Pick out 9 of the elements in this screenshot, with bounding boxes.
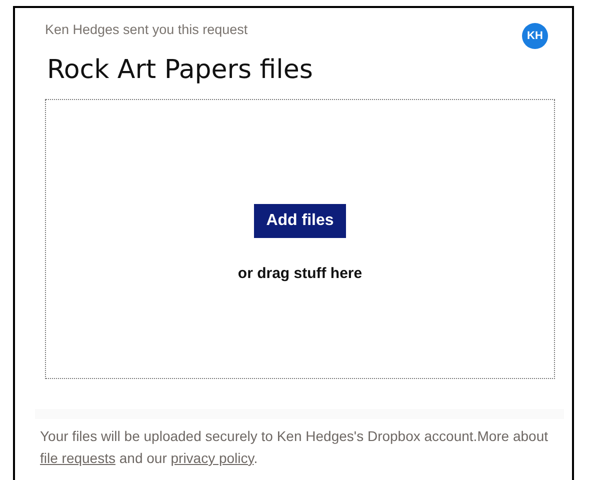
avatar: KH bbox=[522, 23, 548, 49]
drag-hint: or drag stuff here bbox=[238, 265, 362, 282]
request-title: Rock Art Papers files bbox=[47, 55, 314, 85]
footer-text: Your files will be uploaded securely to Ken Hedges's Dropbox account.More about file requests and our privacy policy. bbox=[40, 427, 550, 468]
request-sender-text: Ken Hedges sent you this request bbox=[45, 22, 248, 37]
drop-zone[interactable]: Add files or drag stuff here bbox=[45, 99, 555, 379]
footer-link[interactable]: file requests bbox=[40, 450, 116, 466]
footer-link[interactable]: privacy policy bbox=[170, 450, 254, 466]
add-files-button[interactable]: Add files bbox=[254, 204, 346, 238]
